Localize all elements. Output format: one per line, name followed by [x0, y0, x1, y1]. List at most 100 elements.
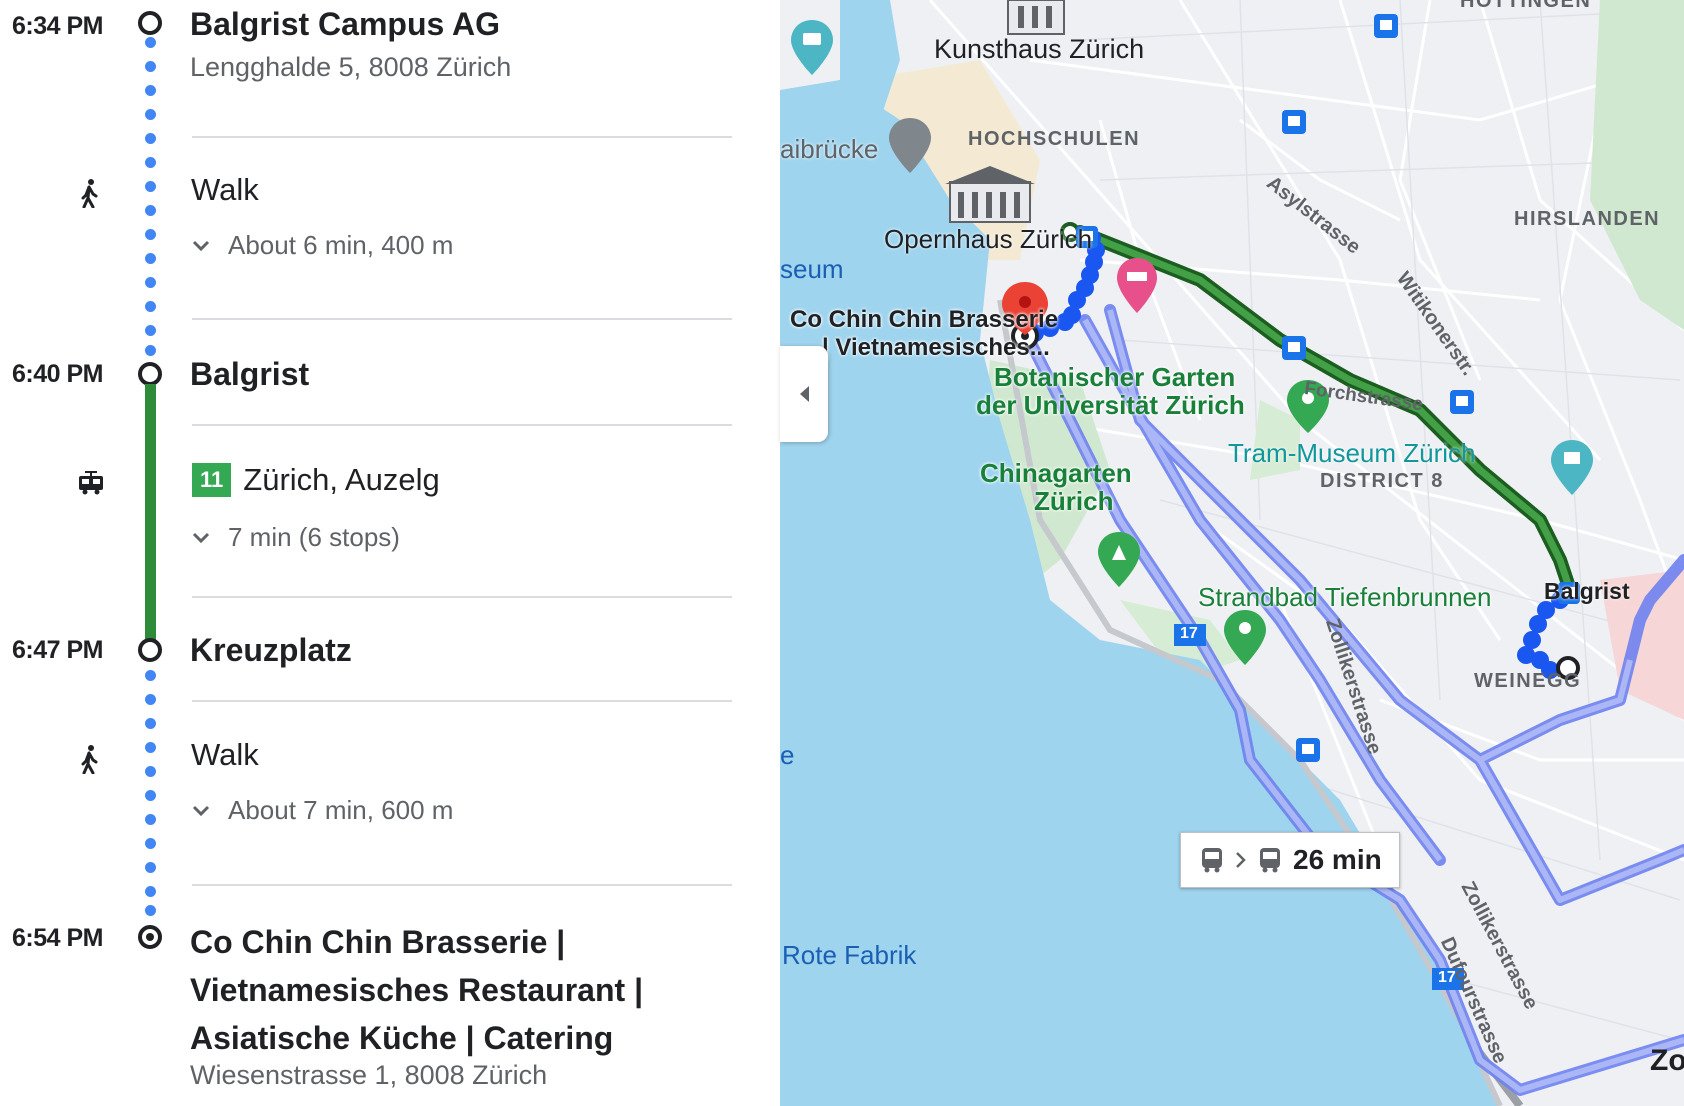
destination-stop-marker: [138, 925, 162, 949]
walk-path-dot: [145, 345, 156, 356]
walk-path-dot: [145, 718, 156, 729]
divider: [192, 318, 732, 320]
walk-path-dot: [145, 229, 156, 240]
divider: [192, 596, 732, 598]
walk-path-dot: [145, 61, 156, 72]
board-stop-marker: [138, 362, 162, 386]
tram-stop-icon: [1296, 738, 1320, 762]
tram-stop-icon: [1282, 110, 1306, 134]
tram-path-line: [145, 384, 156, 648]
destination-name-line: Asiatische Küche | Catering: [190, 1020, 614, 1056]
chevron-down-icon[interactable]: [192, 237, 210, 255]
divider: [192, 700, 732, 702]
walk-path-dot: [145, 790, 156, 801]
map-label-strandbad[interactable]: Strandbad Tiefenbrunnen: [1198, 582, 1491, 613]
chevron-down-icon[interactable]: [192, 802, 210, 820]
origin-stop-name[interactable]: Balgrist Campus AG: [190, 6, 500, 43]
destination-name-line: Co Chin Chin Brasserie |: [190, 924, 566, 960]
collapse-panel-button[interactable]: [780, 346, 828, 442]
tram-step-details[interactable]: 7 min (6 stops): [192, 522, 400, 553]
map-label-botanischer-garten-2[interactable]: der Universität Zürich: [976, 390, 1245, 421]
walk-icon: [81, 745, 98, 774]
walk-path-dot: [145, 205, 156, 216]
board-stop-name[interactable]: Balgrist: [190, 356, 309, 393]
destination-name-line: Vietnamesisches Restaurant |: [190, 972, 644, 1008]
map-label-chinagarten-2[interactable]: Zürich: [1034, 486, 1113, 517]
origin-stop-marker: [138, 11, 162, 35]
walk-step-duration: About 7 min, 600 m: [228, 795, 454, 825]
kunsthaus-icon: [1007, 0, 1065, 35]
destination-stop-name[interactable]: Co Chin Chin Brasserie | Vietnamesisches…: [190, 918, 643, 1062]
board-time: 6:40 PM: [12, 360, 103, 388]
map-view[interactable]: Kunsthaus Zürich HOCHSCHULEN HOTTINGEN H…: [780, 0, 1684, 1106]
road-number-17: 17: [1180, 625, 1198, 642]
route-duration: 26 min: [1293, 844, 1382, 875]
tram-stop-icon: [1450, 390, 1474, 414]
walk-path-dot: [145, 905, 156, 916]
walk-path-dot: [145, 886, 156, 897]
map-label-kunsthaus[interactable]: Kunsthaus Zürich: [934, 34, 1144, 65]
tram-stop-icon: [1374, 14, 1398, 38]
walk-step-label: Walk: [191, 737, 259, 772]
alight-stop-name[interactable]: Kreuzplatz: [190, 632, 352, 669]
tram-direction: Zürich, Auzelg: [243, 462, 440, 497]
map-label-hirslanden: HIRSLANDEN: [1514, 208, 1661, 230]
map-label-botanischer-garten[interactable]: Botanischer Garten: [994, 362, 1235, 393]
map-label-museum: seum: [780, 254, 844, 284]
caret-left-icon: [800, 386, 809, 402]
walk-path-dot: [145, 670, 156, 681]
walk-path-dot: [145, 766, 156, 777]
map-label-hochschulen: HOCHSCHULEN: [968, 128, 1141, 150]
destination-stop-address: Wiesenstrasse 1, 8008 Zürich: [190, 1060, 548, 1090]
arrival-time: 6:54 PM: [12, 924, 103, 952]
map-label-rote-fabrik[interactable]: Rote Fabrik: [782, 940, 916, 971]
walk-path-dot: [145, 694, 156, 705]
map-label-zollikon: Zo: [1650, 1044, 1684, 1077]
map-label-balgrist[interactable]: Balgrist: [1544, 578, 1630, 605]
map-label-quaibruecke: aibrücke: [780, 134, 879, 164]
origin-stop-address: Lengghalde 5, 8008 Zürich: [190, 52, 512, 82]
walk-path-dot: [145, 325, 156, 336]
alight-stop-marker: [138, 638, 162, 662]
chevron-down-icon[interactable]: [192, 529, 210, 547]
divider: [192, 136, 732, 138]
walk-step-details[interactable]: About 7 min, 600 m: [192, 795, 453, 826]
walk-path-dot: [145, 37, 156, 48]
walk-path-dot: [145, 85, 156, 96]
map-label-weinegg: WEINEGG: [1474, 670, 1582, 692]
walk-step-label: Walk: [191, 172, 259, 207]
walk-step-duration: About 6 min, 400 m: [228, 230, 454, 260]
route-summary-card[interactable]: 26 min: [1180, 832, 1400, 888]
directions-panel: 6:34 PM Balgrist Campus AG Lengghalde 5,…: [0, 0, 780, 1106]
map-label-destination[interactable]: Co Chin Chin Brasserie: [790, 306, 1058, 334]
walk-path-dot: [145, 742, 156, 753]
tram-line-badge: 11: [192, 463, 232, 497]
map-label-district-8: DISTRICT 8: [1320, 470, 1444, 492]
tram-step-duration: 7 min (6 stops): [228, 522, 400, 552]
walk-step-details[interactable]: About 6 min, 400 m: [192, 230, 453, 261]
walk-path-dot: [145, 862, 156, 873]
walk-path-dot: [145, 109, 156, 120]
walk-path-dot: [145, 181, 156, 192]
road-number-17: 17: [1438, 969, 1456, 986]
walk-path-dot: [145, 253, 156, 264]
map-label-destination-2[interactable]: | Vietnamesisches...: [822, 334, 1050, 362]
tram-icon: [79, 471, 103, 495]
map-label-chinagarten[interactable]: Chinagarten: [980, 458, 1132, 489]
departure-time: 6:34 PM: [12, 12, 103, 40]
alight-time: 6:47 PM: [12, 636, 103, 664]
walk-path-dot: [145, 157, 156, 168]
destination-marker-center: [146, 933, 154, 941]
tram-stop-icon: [1282, 336, 1306, 360]
walk-path-dot: [145, 133, 156, 144]
bus-icon: [1202, 848, 1222, 873]
map-label-hottingen: HOTTINGEN: [1460, 0, 1592, 12]
tram-line-info[interactable]: 11 Zürich, Auzelg: [192, 462, 440, 498]
chevron-right-icon: [1236, 852, 1246, 868]
map-label-tram-museum[interactable]: Tram-Museum Zürich: [1228, 438, 1476, 469]
walk-icon: [81, 179, 98, 208]
map-label-opernhaus[interactable]: Opernhaus Zürich: [884, 224, 1092, 255]
map-label-edge: e: [780, 740, 795, 770]
bus-icon: [1260, 848, 1280, 873]
divider: [192, 424, 732, 426]
